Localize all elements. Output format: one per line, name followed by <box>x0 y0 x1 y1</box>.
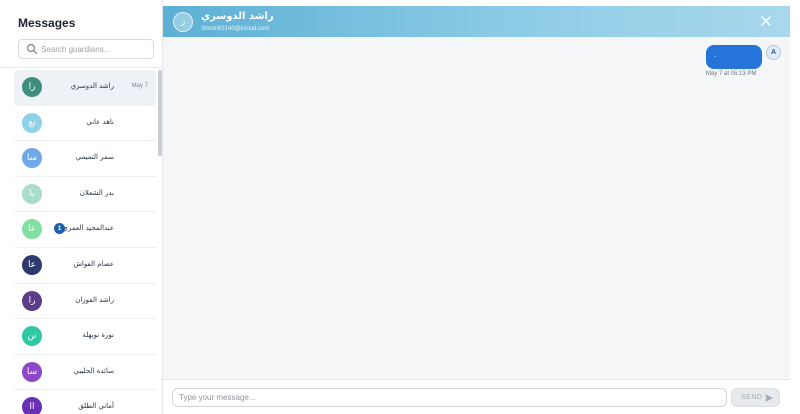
avatar: عا <box>22 254 42 275</box>
messages-app: Messages را راشد الدوسري May 7 نع ناهد ع… <box>0 0 800 414</box>
contact-list: را راشد الدوسري May 7 نع ناهد عاني سا سم… <box>14 70 156 414</box>
contact-name: راشد الدوسري <box>70 82 114 90</box>
chat-panel: ر راشد الدوسري Simon63140@icloud.com . A… <box>163 6 790 414</box>
send-button[interactable]: SEND <box>731 388 780 407</box>
contact-name: عبدالمجيد العمري <box>62 224 114 233</box>
message-timestamp: May 7 at 05:13 PM <box>706 71 757 77</box>
avatar: با <box>22 183 42 204</box>
avatar: را <box>22 290 42 311</box>
contact-item[interactable]: عا عصام الفواش <box>14 248 156 284</box>
avatar: را <box>22 77 42 97</box>
chat-header: ر راشد الدوسري Simon63140@icloud.com <box>163 6 790 37</box>
contact-item[interactable]: را راشد الدوسري May 7 <box>14 70 156 106</box>
avatar: سا <box>22 361 42 382</box>
message-bubble: . <box>706 45 762 69</box>
contact-date: May 7 <box>131 83 148 89</box>
sender-avatar: A <box>766 45 781 60</box>
contact-name: نورة نوبهلة <box>82 331 114 340</box>
header-avatar: ر <box>173 12 193 32</box>
divider <box>0 67 163 68</box>
sidebar-scrollbar[interactable] <box>158 70 162 156</box>
contact-name: أماني الطلق <box>78 402 114 411</box>
message-composer: SEND <box>163 379 790 414</box>
message-input[interactable] <box>172 388 727 407</box>
contact-name: راشد الفوزان <box>75 295 114 304</box>
avatar: عا <box>22 219 42 240</box>
contact-item[interactable]: عا 1 عبدالمجيد العمري <box>14 212 156 248</box>
contacts-sidebar: Messages را راشد الدوسري May 7 نع ناهد ع… <box>0 0 163 414</box>
avatar: سا <box>22 148 42 169</box>
search-icon <box>26 43 38 55</box>
contact-item[interactable]: اا أماني الطلق <box>14 390 156 414</box>
sidebar-title: Messages <box>18 16 76 30</box>
contact-item[interactable]: سا سمر التميمي <box>14 141 156 177</box>
contact-item[interactable]: را راشد الفوزان <box>14 284 156 320</box>
avatar: اا <box>22 397 42 414</box>
contact-name: عصام الفواش <box>73 259 114 268</box>
header-contact-email: Simon63140@icloud.com <box>201 26 270 32</box>
contact-item[interactable]: نن نورة نوبهلة <box>14 319 156 355</box>
contact-name: سمر التميمي <box>75 153 114 162</box>
contact-item[interactable]: نع ناهد عاني <box>14 106 156 142</box>
contact-name: بدر الشعلان <box>79 188 114 197</box>
contact-item[interactable]: با بدر الشعلان <box>14 177 156 213</box>
avatar: نع <box>22 112 42 133</box>
header-contact-name: راشد الدوسري <box>201 11 274 22</box>
avatar: نن <box>22 326 42 347</box>
contact-name: ناهد عاني <box>86 117 114 126</box>
send-icon <box>765 394 773 402</box>
search-box[interactable] <box>18 39 154 59</box>
close-icon[interactable] <box>760 15 772 27</box>
contact-item[interactable]: سا سائدة الحليبي <box>14 355 156 391</box>
search-input[interactable] <box>41 42 151 57</box>
send-label: SEND <box>741 394 763 401</box>
contact-name: سائدة الحليبي <box>73 366 115 375</box>
